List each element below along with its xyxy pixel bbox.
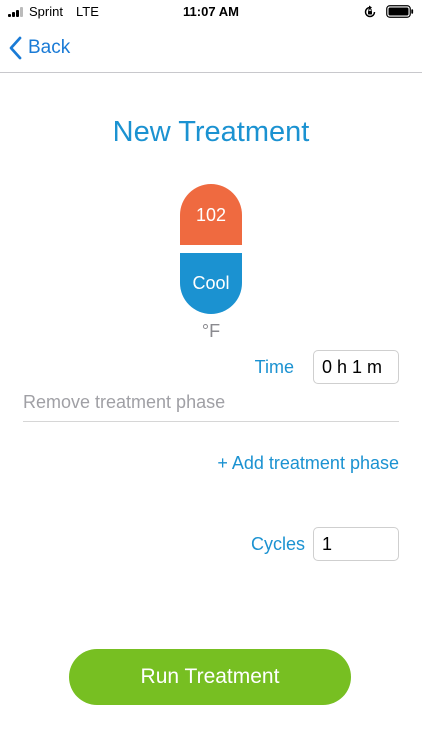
status-bar: Sprint LTE 11:07 AM xyxy=(0,0,422,24)
status-time: 11:07 AM xyxy=(183,4,239,19)
cycles-input[interactable]: 1 xyxy=(313,527,399,561)
mode-value[interactable]: Cool xyxy=(180,253,242,314)
navigation-bar: Back xyxy=(0,24,422,73)
page-title: New Treatment xyxy=(112,116,310,148)
screen: Sprint LTE 11:07 AM Back New Treatment 1… xyxy=(0,0,422,750)
temperature-unit: °F xyxy=(201,321,221,341)
temperature-value[interactable]: 102 xyxy=(180,184,242,245)
chevron-left-icon xyxy=(9,36,22,60)
time-label: Time xyxy=(254,357,294,377)
rotation-lock-icon xyxy=(364,5,376,18)
time-input[interactable]: 0 h 1 m xyxy=(313,350,399,384)
phase-divider xyxy=(23,421,399,422)
cycles-label: Cycles xyxy=(250,534,305,554)
back-button-label: Back xyxy=(28,37,71,58)
treatment-phase-pill[interactable]: 102 Cool xyxy=(180,184,242,314)
add-treatment-phase-button[interactable]: + Add treatment phase xyxy=(217,453,399,474)
battery-icon xyxy=(386,5,414,18)
back-button[interactable]: Back xyxy=(8,34,70,62)
remove-treatment-phase[interactable]: Remove treatment phase xyxy=(23,392,225,413)
run-treatment-button[interactable]: Run Treatment xyxy=(69,649,351,705)
